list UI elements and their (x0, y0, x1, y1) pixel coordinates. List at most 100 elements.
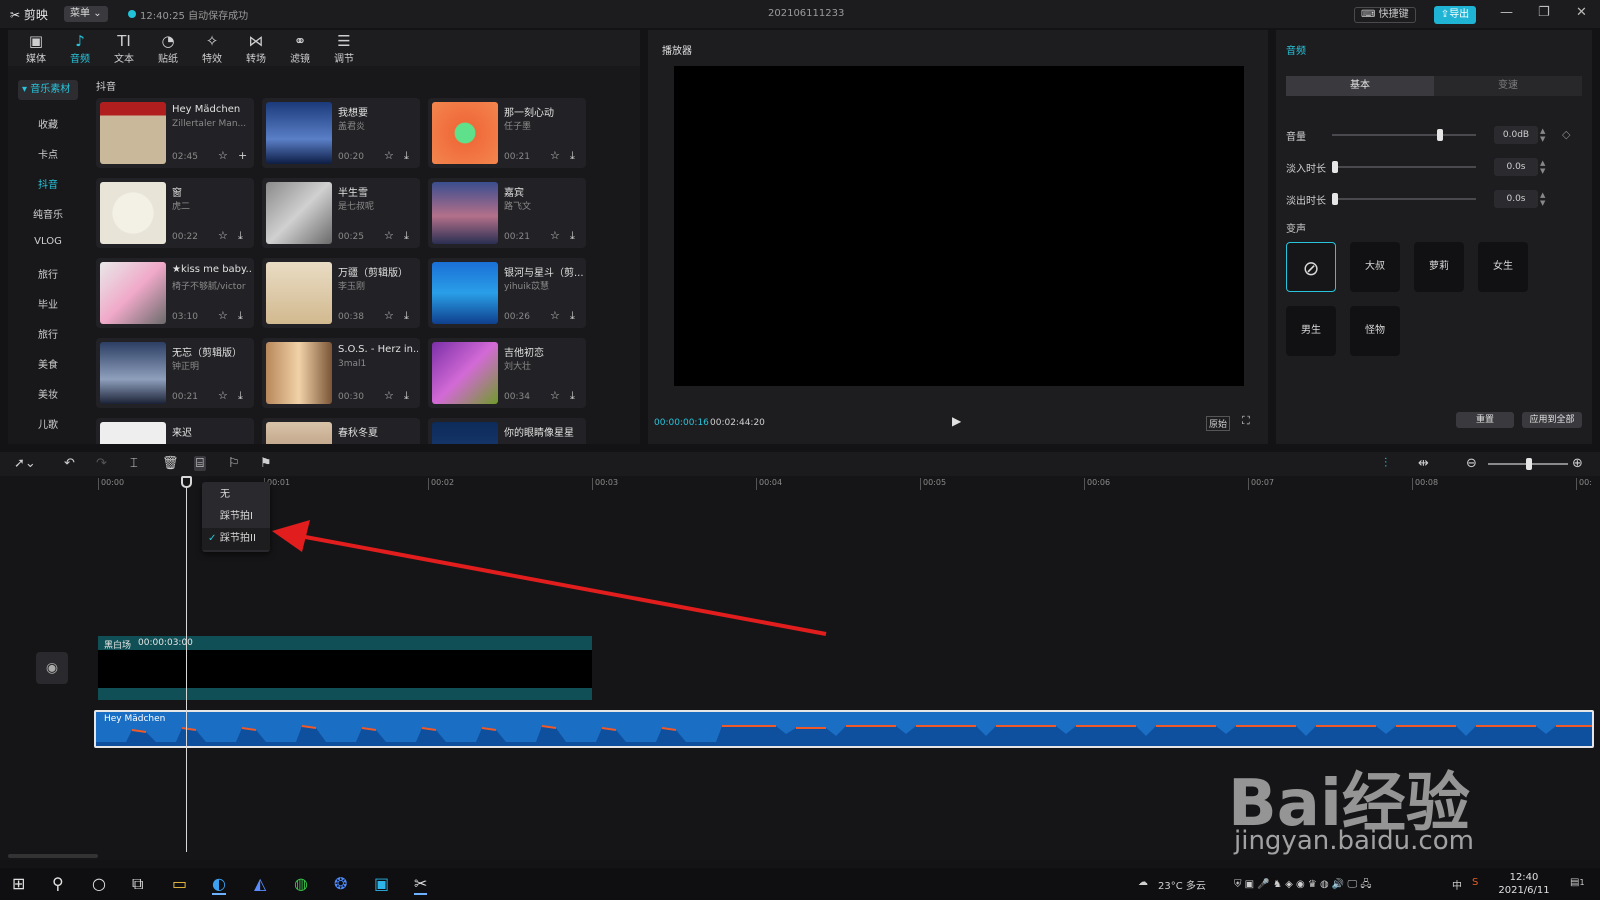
nav-item-douyin[interactable]: 抖音 (8, 176, 88, 191)
baidu-netdisk-icon[interactable]: ❂ (334, 874, 347, 893)
link-icon[interactable]: ⇹ (1418, 456, 1429, 471)
video-clip[interactable]: 黑白场 00:00:03:00 (98, 636, 592, 700)
minimize-icon[interactable]: — (1500, 5, 1513, 20)
fade-out-value[interactable]: 0.0s (1494, 190, 1538, 208)
music-card[interactable]: ★kiss me baby... 椅子不够腻/victor 03:10 ☆ ⤓ (96, 258, 254, 328)
music-card[interactable]: 吉他初恋 刘大壮 00:34 ☆ ⤓ (428, 338, 586, 408)
download-icon[interactable]: ⤓ (404, 309, 409, 323)
shortcut-button[interactable]: ⌨ 快捷键 (1354, 7, 1416, 23)
music-card[interactable]: 无忘（剪辑版） 钟正明 00:21 ☆ ⤓ (96, 338, 254, 408)
voice-male-button[interactable]: 男生 (1286, 306, 1336, 356)
music-card[interactable]: 我想要 盖君炎 00:20 ☆ ⤓ (262, 98, 420, 168)
sogou-ime-icon[interactable]: S (1472, 877, 1478, 888)
voice-loli-button[interactable]: 萝莉 (1414, 242, 1464, 292)
nav-item-kids[interactable]: 儿歌 (8, 416, 88, 431)
music-card[interactable]: 嘉宾 路飞文 00:21 ☆ ⤓ (428, 178, 586, 248)
split-icon[interactable]: ⌶ (130, 456, 138, 471)
voice-female-button[interactable]: 女生 (1478, 242, 1528, 292)
tool-filter[interactable]: ⚭ 滤镜 (280, 32, 320, 65)
snap-icon[interactable]: ⫶ (1384, 456, 1387, 471)
weather-text[interactable]: 23°C 多云 (1158, 877, 1206, 892)
fade-in-value[interactable]: 0.0s (1494, 158, 1538, 176)
download-icon[interactable]: ⤓ (238, 389, 243, 403)
music-card[interactable]: 窗 虎二 00:22 ☆ ⤓ (96, 178, 254, 248)
nav-item-makeup[interactable]: 美妆 (8, 386, 88, 401)
music-card[interactable]: 万疆（剪辑版） 李玉刚 00:38 ☆ ⤓ (262, 258, 420, 328)
fade-out-stepper-icon[interactable]: ▲ ▼ (1540, 191, 1545, 207)
favorite-star-icon[interactable]: ☆ (218, 389, 228, 402)
tool-transition[interactable]: ⋈ 转场 (236, 32, 276, 65)
download-icon[interactable]: ⤓ (570, 309, 575, 323)
nav-item-travel[interactable]: 旅行 (8, 266, 88, 281)
download-icon[interactable]: ⤓ (404, 389, 409, 403)
music-card[interactable]: 来迟 (96, 418, 254, 444)
app-icon[interactable]: ▣ (374, 874, 389, 893)
select-cursor-icon[interactable]: ➚⌄ (14, 456, 36, 471)
favorite-star-icon[interactable]: ☆ (550, 389, 560, 402)
voice-monster-button[interactable]: 怪物 (1350, 306, 1400, 356)
export-button[interactable]: ⇪导出 (1434, 6, 1476, 24)
beat-option-1[interactable]: 踩节拍I (202, 506, 270, 528)
music-card[interactable]: 春秋冬夏 (262, 418, 420, 444)
play-icon[interactable]: ▶ (952, 414, 961, 428)
tool-text[interactable]: TI 文本 (104, 32, 144, 65)
auto-beat-icon[interactable]: ⌸ (194, 456, 206, 471)
favorite-star-icon[interactable]: ☆ (218, 149, 228, 162)
beat-option-2[interactable]: ✓ 踩节拍II (202, 528, 270, 550)
audio-clip[interactable]: Hey Mädchen (94, 710, 1594, 748)
tool-sticker[interactable]: ◔ 贴纸 (148, 32, 188, 65)
download-icon[interactable]: ⤓ (238, 229, 243, 243)
task-view-icon[interactable]: ⧉ (132, 874, 143, 894)
zoom-in-icon[interactable]: ⊕ (1572, 456, 1583, 471)
zoom-slider-handle[interactable] (1526, 458, 1532, 470)
remove-marker-icon[interactable]: ⚑ (260, 456, 272, 471)
volume-slider[interactable] (1332, 134, 1476, 136)
playhead-line[interactable] (186, 476, 187, 852)
fade-in-slider-handle[interactable] (1332, 161, 1338, 173)
volume-stepper-icon[interactable]: ▲ ▼ (1540, 127, 1545, 143)
wechat-icon[interactable]: ◍ (294, 874, 308, 893)
app-icon[interactable]: ◭ (254, 874, 266, 893)
tab-basic[interactable]: 基本 (1286, 76, 1434, 96)
cortana-icon[interactable]: ○ (92, 874, 106, 893)
download-icon[interactable]: ⤓ (238, 309, 243, 323)
menu-dropdown[interactable]: 菜单 ⌄ (64, 6, 108, 22)
add-marker-icon[interactable]: ⚐ (228, 456, 240, 471)
aspect-ratio-button[interactable]: 原始 (1206, 416, 1231, 431)
favorite-star-icon[interactable]: ☆ (384, 389, 394, 402)
favorite-star-icon[interactable]: ☆ (218, 309, 228, 322)
close-icon[interactable]: ✕ (1576, 5, 1587, 20)
music-card[interactable]: 那一刻心动 任子墨 00:21 ☆ ⤓ (428, 98, 586, 168)
music-card[interactable]: 半生雪 是七叔呢 00:25 ☆ ⤓ (262, 178, 420, 248)
keyframe-diamond-icon[interactable]: ◇ (1562, 128, 1570, 141)
nav-item-food[interactable]: 美食 (8, 356, 88, 371)
restore-icon[interactable]: ❐ (1538, 5, 1550, 20)
nav-item-travel-2[interactable]: 旅行 (8, 326, 88, 341)
tool-effects[interactable]: ✧ 特效 (192, 32, 232, 65)
search-icon[interactable]: ⚲ (52, 874, 64, 893)
music-card[interactable]: 你的眼睛像星星 (428, 418, 586, 444)
fade-in-slider[interactable] (1332, 166, 1476, 168)
redo-icon[interactable]: ↷ (96, 456, 107, 471)
tab-speed[interactable]: 变速 (1434, 76, 1582, 96)
delete-icon[interactable]: 🗑 (162, 456, 179, 471)
favorite-star-icon[interactable]: ☆ (550, 149, 560, 162)
download-icon[interactable]: ⤓ (404, 229, 409, 243)
volume-value[interactable]: 0.0dB (1494, 126, 1538, 144)
download-icon[interactable]: ⤓ (570, 389, 575, 403)
fade-in-stepper-icon[interactable]: ▲ ▼ (1540, 159, 1545, 175)
beat-option-none[interactable]: 无 (202, 484, 270, 506)
favorite-star-icon[interactable]: ☆ (218, 229, 228, 242)
music-material-header[interactable]: ▾ 音乐素材 (18, 80, 78, 100)
windows-start-icon[interactable]: ⊞ (12, 874, 25, 893)
system-clock[interactable]: 12:40 2021/6/11 (1496, 871, 1552, 897)
reset-button[interactable]: 重置 (1456, 412, 1514, 428)
weather-icon[interactable]: ☁ (1138, 877, 1148, 888)
nav-item-favorites[interactable]: 收藏 (8, 116, 88, 131)
nav-item-pure-music[interactable]: 纯音乐 (8, 206, 88, 221)
nav-item-beat[interactable]: 卡点 (8, 146, 88, 161)
playhead-handle[interactable] (181, 476, 192, 488)
apply-all-button[interactable]: 应用到全部 (1522, 412, 1582, 428)
download-icon[interactable]: ⤓ (404, 149, 409, 163)
favorite-star-icon[interactable]: ☆ (550, 229, 560, 242)
